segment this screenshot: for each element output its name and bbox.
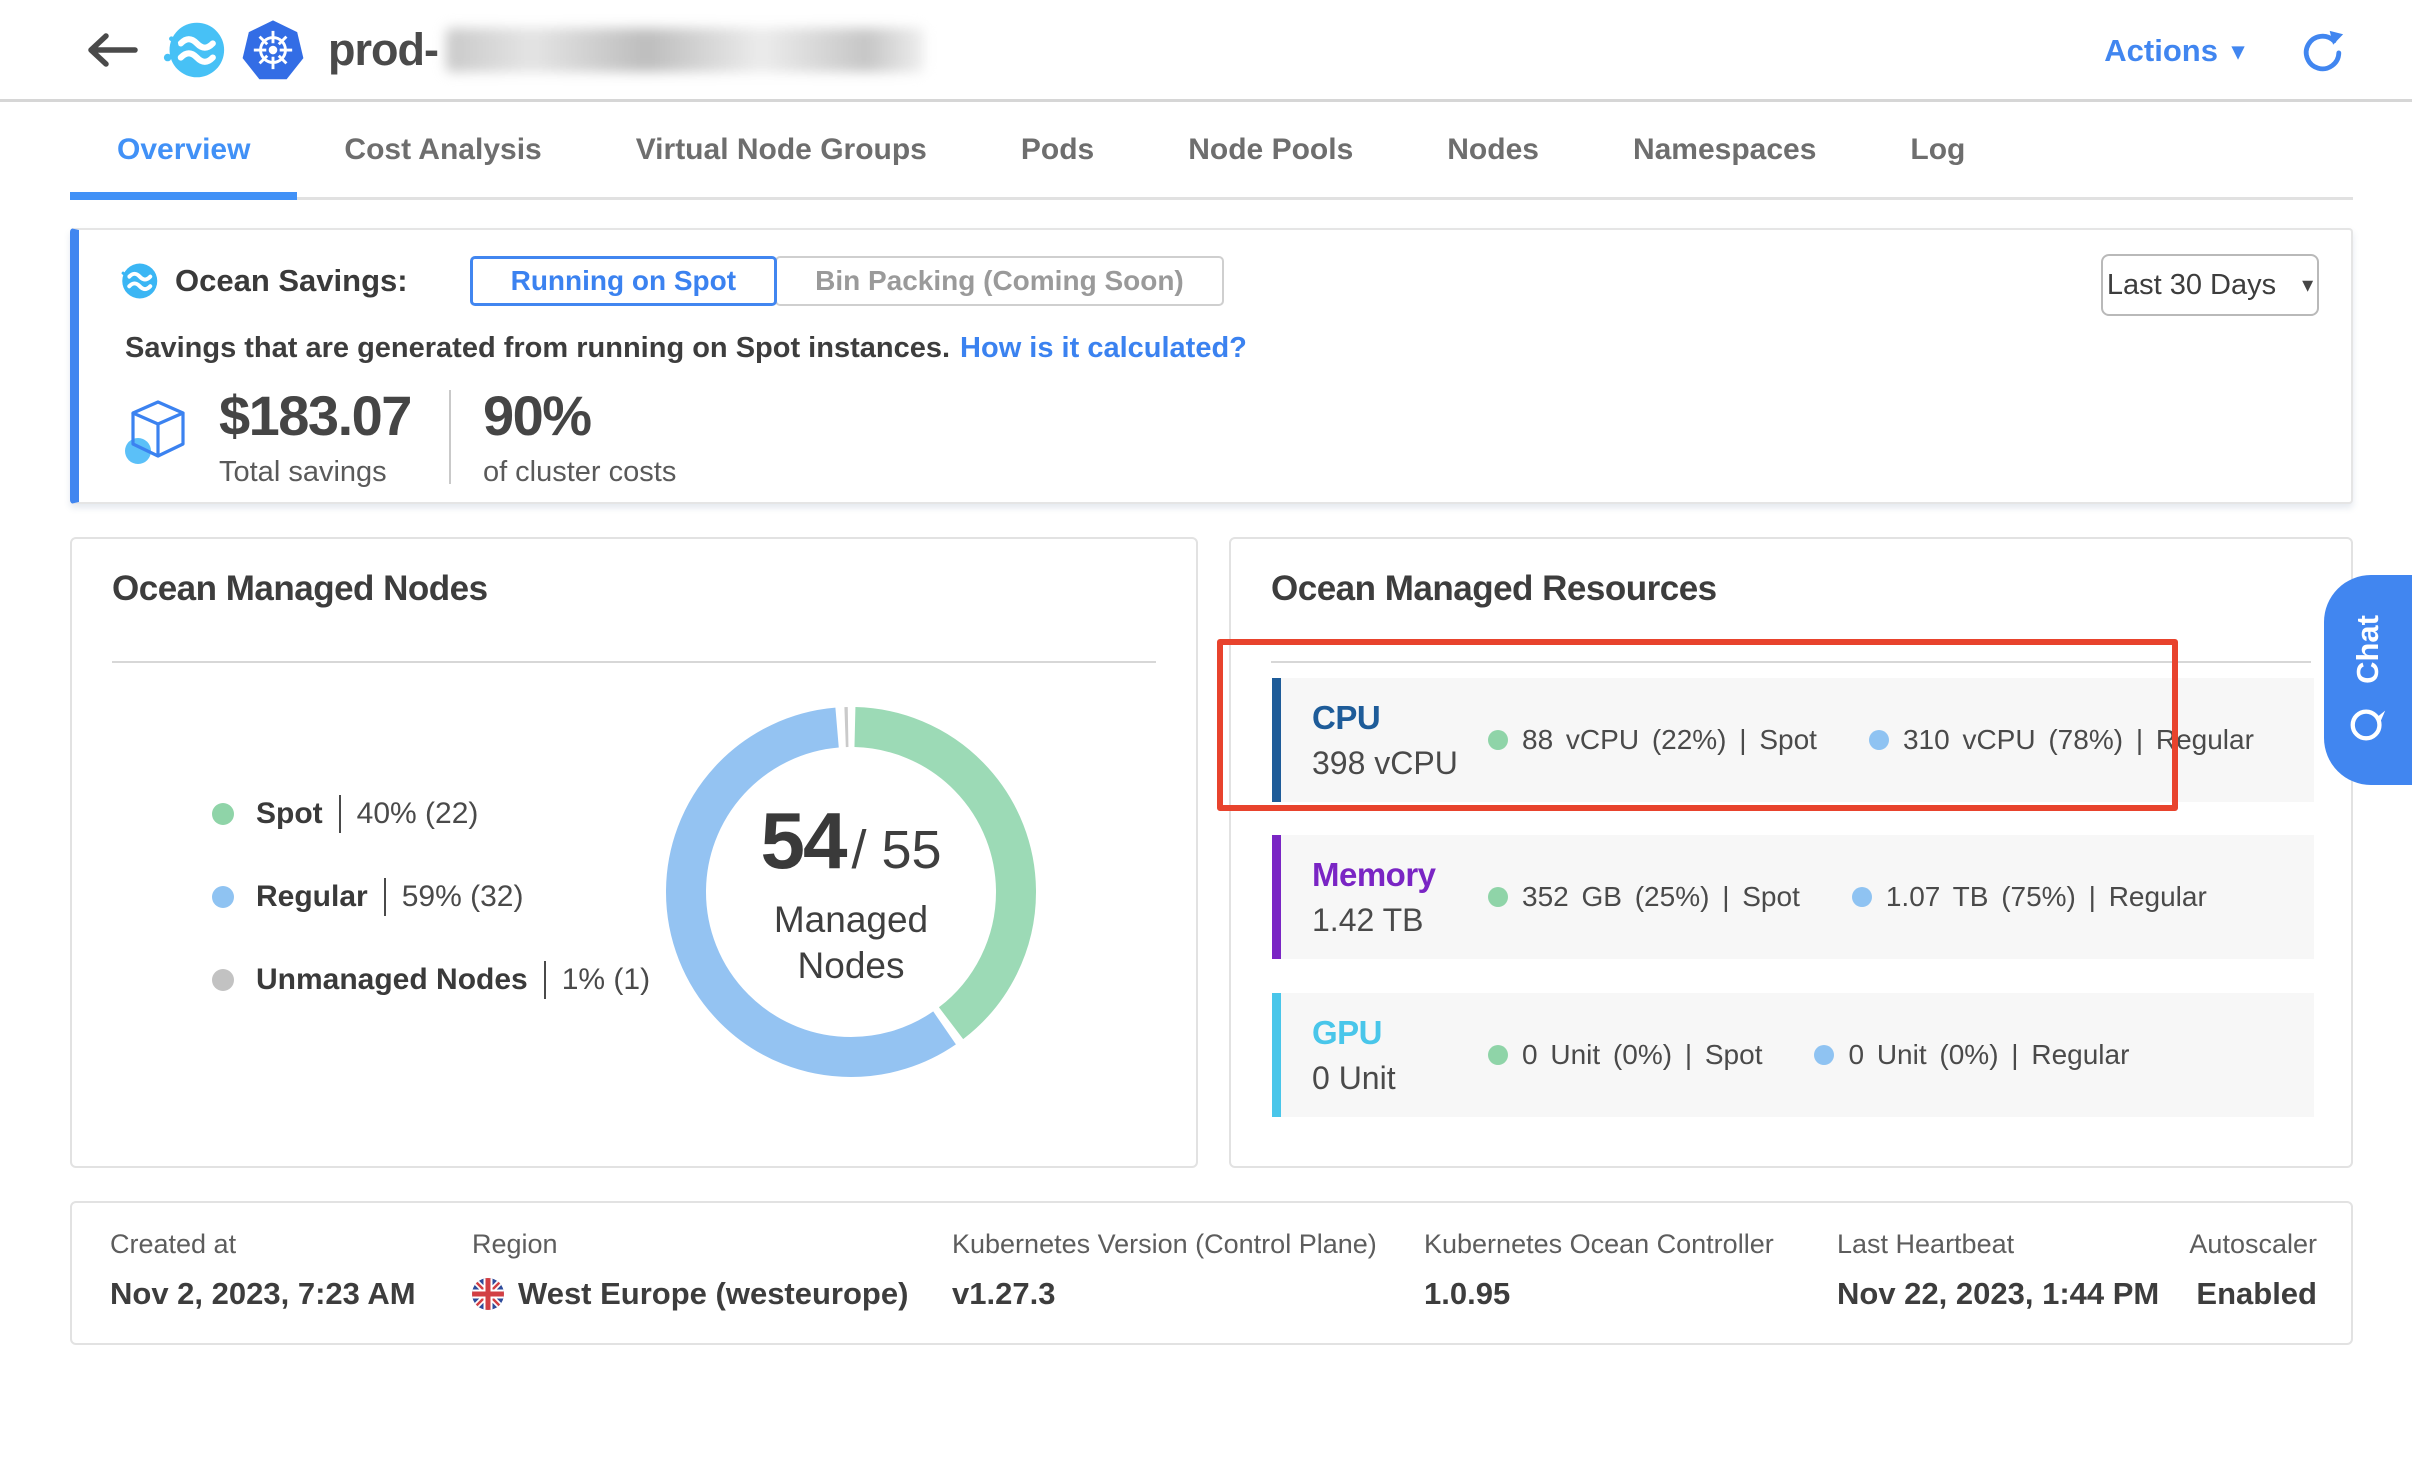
memory-spot-stat: 352 GB (25%) | Spot (1488, 881, 1800, 913)
stat-divider (449, 390, 451, 484)
ocean-savings-label: Ocean Savings: (175, 263, 408, 299)
savings-toggle: Running on Spot Bin Packing (Coming Soon… (470, 256, 1224, 306)
how-calculated-link[interactable]: How is it calculated? (960, 332, 1247, 364)
managed-count: 54 (760, 795, 845, 887)
total-count: / 55 (851, 819, 941, 881)
cluster-cost-label: of cluster costs (483, 456, 676, 489)
memory-regular-stat: 1.07 TB (75%) | Regular (1852, 881, 2207, 913)
ocean-managed-resources-card: Ocean Managed Resources CPU 398 vCPU 88 … (1229, 537, 2353, 1168)
savings-cube-icon (125, 394, 191, 470)
bin-packing-button[interactable]: Bin Packing (Coming Soon) (775, 256, 1224, 306)
cpu-spot-stat: 88 vCPU (22%) | Spot (1488, 724, 1817, 756)
gpu-accent-bar (1272, 993, 1281, 1117)
chat-label: Chat (2350, 615, 2386, 684)
memory-label: Memory (1312, 856, 1470, 894)
resource-row-gpu: GPU 0 Unit 0 Unit (0%) | Spot 0 Unit (0%… (1272, 993, 2314, 1117)
page-title: prod- (328, 24, 924, 76)
legend-separator (339, 795, 341, 833)
refresh-icon[interactable] (2300, 28, 2346, 74)
running-on-spot-button[interactable]: Running on Spot (470, 256, 778, 306)
info-autoscaler: Autoscaler Enabled (2189, 1229, 2317, 1312)
donut-center-text: 54 / 55 Managed Nodes (666, 707, 1036, 1077)
total-savings-stat: $183.07 Total savings (219, 388, 411, 489)
header: prod- Actions ▾ (0, 0, 2412, 102)
resource-row-memory: Memory 1.42 TB 352 GB (25%) | Spot 1.07 … (1272, 835, 2314, 959)
spot-dot-icon (212, 803, 234, 825)
legend-item-spot: Spot 40% (22) (212, 786, 650, 842)
donut-label: Managed Nodes (774, 897, 928, 990)
info-k8s-version: Kubernetes Version (Control Plane) v1.27… (952, 1229, 1377, 1312)
cpu-label: CPU (1312, 699, 1470, 737)
cpu-accent-bar (1272, 678, 1281, 802)
spot-dot-icon (1488, 887, 1508, 907)
divider (1271, 661, 2311, 663)
period-value: Last 30 Days (2107, 269, 2276, 302)
cluster-cost-stat: 90% of cluster costs (483, 388, 676, 489)
legend-item-unmanaged: Unmanaged Nodes 1% (1) (212, 952, 650, 1008)
memory-accent-bar (1272, 835, 1281, 959)
chat-bubble-icon (2347, 703, 2389, 745)
regular-dot-icon (1852, 887, 1872, 907)
chevron-down-icon: ▾ (2232, 37, 2244, 66)
tab-bar: Overview Cost Analysis Virtual Node Grou… (70, 102, 2353, 200)
tab-log[interactable]: Log (1863, 102, 2012, 197)
nodes-card-title: Ocean Managed Nodes (112, 569, 488, 609)
gpu-total: 0 Unit (1312, 1060, 1470, 1097)
cluster-info-bar: Created at Nov 2, 2023, 7:23 AM Region W… (70, 1201, 2353, 1345)
ocean-savings-panel: Ocean Savings: Running on Spot Bin Packi… (70, 228, 2353, 504)
nodes-legend: Spot 40% (22) Regular 59% (32) Unmanaged… (212, 786, 650, 1035)
spot-dot-icon (1488, 1045, 1508, 1065)
actions-button[interactable]: Actions ▾ (2104, 33, 2244, 69)
total-savings-value: $183.07 (219, 388, 411, 444)
unmanaged-dot-icon (212, 969, 234, 991)
chat-button[interactable]: Chat (2324, 575, 2412, 785)
gpu-label: GPU (1312, 1014, 1470, 1052)
regular-dot-icon (1814, 1045, 1834, 1065)
tab-virtual-node-groups[interactable]: Virtual Node Groups (589, 102, 974, 197)
spot-dot-icon (1488, 730, 1508, 750)
info-created-at: Created at Nov 2, 2023, 7:23 AM (110, 1229, 416, 1312)
info-last-heartbeat: Last Heartbeat Nov 22, 2023, 1:44 PM (1837, 1229, 2159, 1312)
uk-flag-icon (472, 1278, 504, 1310)
ocean-managed-nodes-card: Ocean Managed Nodes Spot 40% (22) Regula… (70, 537, 1198, 1168)
divider (112, 661, 1156, 663)
managed-nodes-donut-chart: 54 / 55 Managed Nodes (666, 707, 1036, 1077)
regular-dot-icon (1869, 730, 1889, 750)
memory-total: 1.42 TB (1312, 902, 1470, 939)
cpu-total: 398 vCPU (1312, 745, 1470, 782)
gpu-regular-stat: 0 Unit (0%) | Regular (1814, 1039, 2129, 1071)
actions-label: Actions (2104, 33, 2218, 69)
cluster-name-redacted (446, 28, 924, 72)
ocean-logo-icon (162, 18, 226, 82)
chevron-down-icon: ▾ (2302, 272, 2313, 298)
info-ocean-controller: Kubernetes Ocean Controller 1.0.95 (1424, 1229, 1774, 1312)
resource-row-cpu: CPU 398 vCPU 88 vCPU (22%) | Spot 310 vC… (1272, 678, 2314, 802)
cpu-regular-stat: 310 vCPU (78%) | Regular (1869, 724, 2254, 756)
tab-nodes[interactable]: Nodes (1400, 102, 1586, 197)
gpu-spot-stat: 0 Unit (0%) | Spot (1488, 1039, 1762, 1071)
resources-card-title: Ocean Managed Resources (1271, 569, 1717, 609)
tab-overview[interactable]: Overview (70, 102, 297, 197)
arrow-left-icon (86, 33, 138, 67)
savings-description: Savings that are generated from running … (125, 332, 1247, 365)
cluster-name-prefix: prod- (328, 24, 438, 76)
period-dropdown[interactable]: Last 30 Days ▾ (2101, 254, 2319, 316)
legend-separator (544, 961, 546, 999)
cluster-cost-percent: 90% (483, 388, 676, 444)
kubernetes-logo-icon (242, 19, 304, 81)
total-savings-label: Total savings (219, 456, 411, 489)
regular-dot-icon (212, 886, 234, 908)
tab-namespaces[interactable]: Namespaces (1586, 102, 1863, 197)
back-button[interactable] (86, 30, 142, 70)
legend-item-regular: Regular 59% (32) (212, 869, 650, 925)
tab-node-pools[interactable]: Node Pools (1141, 102, 1400, 197)
tab-pods[interactable]: Pods (974, 102, 1141, 197)
ocean-savings-icon (117, 260, 159, 302)
tab-cost-analysis[interactable]: Cost Analysis (297, 102, 588, 197)
info-region: Region West Europe (westeurope) (472, 1229, 908, 1312)
legend-separator (384, 878, 386, 916)
